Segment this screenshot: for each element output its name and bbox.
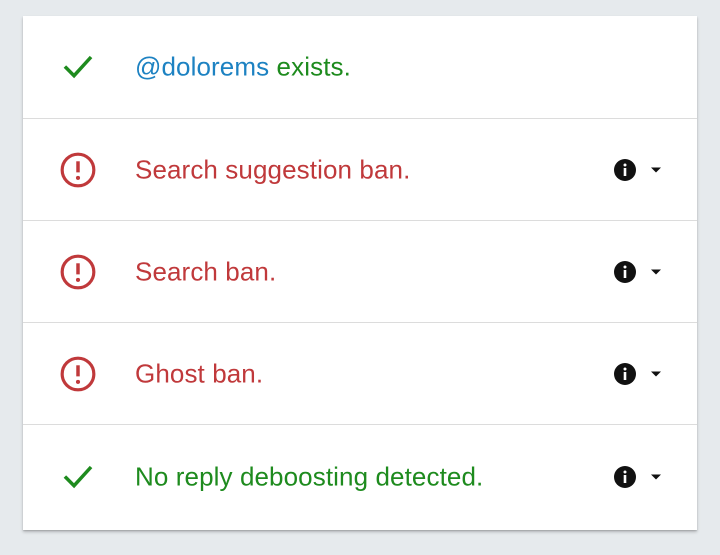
result-row-account-exists: @dolorems exists. [23, 16, 697, 119]
check-icon [59, 458, 97, 496]
info-icon[interactable] [613, 465, 637, 489]
check-icon [59, 48, 97, 86]
search-ban-text: Search ban. [135, 256, 277, 286]
caret-down-icon[interactable] [649, 260, 663, 284]
row-actions [613, 259, 663, 285]
result-row-ghost-ban: Ghost ban. [23, 323, 697, 425]
result-row-search-ban: Search ban. [23, 221, 697, 323]
result-row-reply-deboosting: No reply deboosting detected. [23, 425, 697, 528]
alert-circle-icon [59, 253, 97, 291]
info-icon[interactable] [613, 362, 637, 386]
exists-label: exists. [269, 51, 351, 82]
alert-circle-icon [59, 355, 97, 393]
row-actions [613, 464, 663, 490]
caret-down-icon[interactable] [649, 362, 663, 386]
result-row-search-suggestion-ban: Search suggestion ban. [23, 119, 697, 221]
info-icon[interactable] [613, 158, 637, 182]
ghost-ban-text: Ghost ban. [135, 358, 264, 388]
row-actions [613, 157, 663, 183]
reply-deboosting-text: No reply deboosting detected. [135, 461, 484, 491]
results-card: @dolorems exists. Search suggestion ban.… [23, 16, 697, 530]
account-exists-text: @dolorems exists. [135, 52, 351, 83]
row-actions [613, 361, 663, 387]
account-handle[interactable]: @dolorems [135, 52, 269, 82]
alert-circle-icon [59, 151, 97, 189]
info-icon[interactable] [613, 260, 637, 284]
caret-down-icon[interactable] [649, 158, 663, 182]
search-suggestion-ban-text: Search suggestion ban. [135, 154, 411, 184]
caret-down-icon[interactable] [649, 465, 663, 489]
